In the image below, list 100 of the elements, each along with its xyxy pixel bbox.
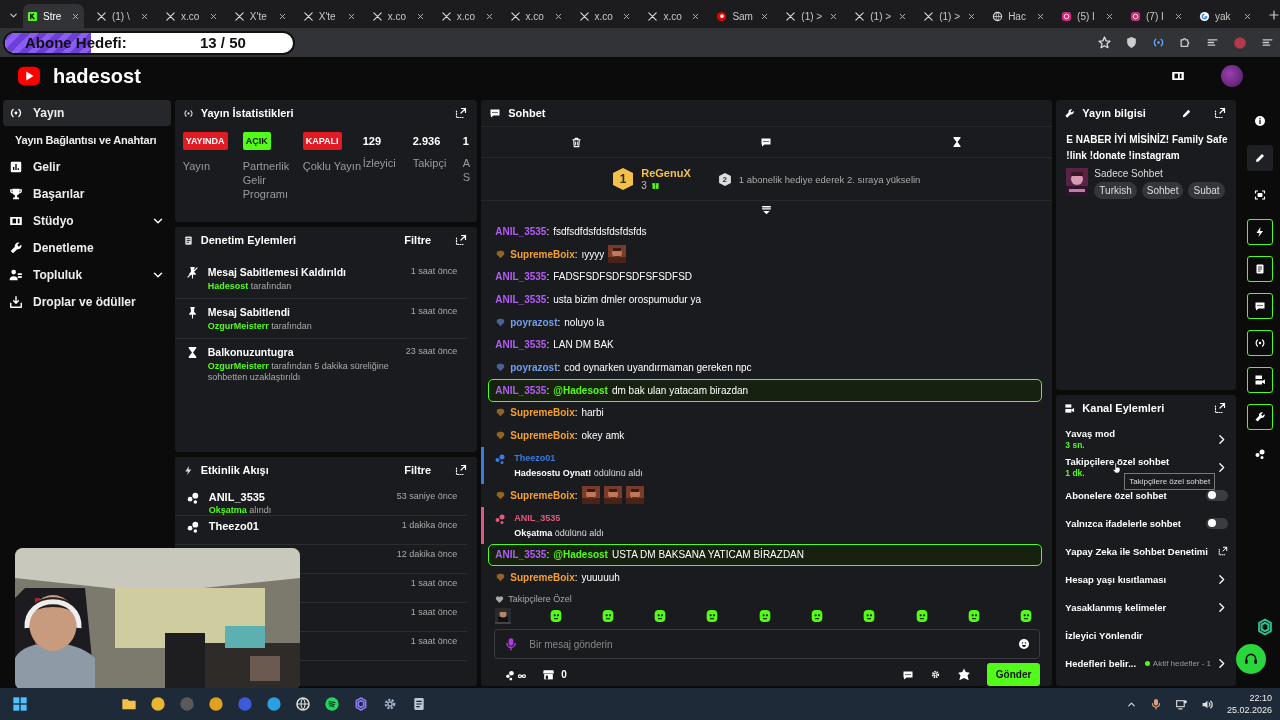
stat-value: 1	[462, 135, 470, 147]
message-text: cod oynarken uyandırmaman gereken npc	[564, 361, 752, 373]
settings-row[interactable]: Yapay Zeka ile Sohbet Denetimi	[1065, 537, 1229, 565]
browser-tab[interactable]: x.co	[643, 4, 705, 28]
row-label: Yavaş mod	[1065, 428, 1116, 439]
browser-tab[interactable]: (1) >	[919, 4, 981, 28]
browser-tab[interactable]: Stre	[23, 4, 84, 28]
chat-username[interactable]: SupremeBoix	[510, 489, 575, 501]
category-name[interactable]: Sadece Sohbet	[1094, 168, 1225, 179]
action-time: 1 saat önce	[410, 266, 458, 278]
sidebar-item[interactable]: Stüdyo	[3, 208, 171, 234]
tag-chip[interactable]: Subat	[1188, 182, 1225, 199]
separator: :	[557, 316, 561, 328]
sidebar-subitem[interactable]: Yayın Bağlantısı ve Anahtarı	[3, 127, 171, 153]
sidebar-item[interactable]: Denetleme	[3, 235, 171, 261]
browser-tab[interactable]: (1) >	[850, 4, 912, 28]
leaderboard-hint: 1 abonelik hediye ederek 2. sıraya yükselin	[738, 173, 921, 185]
browser-tab[interactable]: X'te	[229, 4, 291, 28]
browser-tab[interactable]: x.co	[367, 4, 429, 28]
panel-title: Sohbet	[508, 107, 547, 119]
message-text: noluyo la	[564, 316, 605, 328]
row-label: Takipçilere özel sohbet	[1065, 456, 1171, 467]
action-title: Balkonuzuntugra	[207, 346, 295, 358]
separator: :	[557, 361, 561, 373]
goal-count: 13 / 50	[200, 34, 246, 51]
status-badge: YAYINDA	[182, 132, 228, 150]
mention[interactable]: @Hadesost	[553, 384, 608, 396]
settings-row[interactable]: Yavaş mod 3 sn.	[1065, 425, 1229, 453]
browser-tab[interactable]: x.co	[436, 4, 498, 28]
sidebar-item[interactable]: Gelir	[3, 154, 171, 180]
activity-time: 1 saat önce	[410, 578, 458, 590]
row-label: Yasaklanmış kelimeler	[1065, 601, 1168, 613]
browser-tab[interactable]: x.co	[505, 4, 567, 28]
chat-username[interactable]: SupremeBoix	[510, 572, 575, 584]
settings-row[interactable]: Hesap yaşı kısıtlaması	[1065, 565, 1229, 593]
browser-tab[interactable]: X'te	[298, 4, 360, 28]
browser-tab[interactable]: Hac	[988, 4, 1050, 28]
chat-username[interactable]: SupremeBoix	[510, 430, 575, 442]
tag-chip[interactable]: Sohbet	[1141, 182, 1184, 199]
message-text: yuuuuuh	[581, 572, 620, 584]
browser-tab[interactable]: (1) >	[781, 4, 843, 28]
chat-username[interactable]: SupremeBoix	[510, 407, 575, 419]
settings-row[interactable]: Hedefleri belir... Aktif hedefler - 1	[1065, 649, 1229, 677]
activity-time: 1 saat önce	[410, 636, 458, 648]
gifter-name: ReGenuX	[641, 167, 691, 179]
chat-username[interactable]: SupremeBoix	[510, 248, 575, 260]
browser-tab[interactable]: (5) I	[1057, 4, 1118, 28]
sidebar-item[interactable]: Başarılar	[3, 181, 171, 207]
mention[interactable]: @Hadesost	[553, 549, 608, 561]
settings-row[interactable]: Yasaklanmış kelimeler	[1065, 593, 1229, 621]
activity-time: 53 saniye önce	[396, 491, 458, 503]
browser-tab[interactable]: Sam	[712, 4, 774, 28]
row-label: İzleyici Yönlendir	[1065, 629, 1144, 641]
emote-set-label: Takipçilere Özel	[508, 594, 572, 604]
clock-time[interactable]: 22:10	[1249, 693, 1272, 703]
settings-row[interactable]: İzleyici Yönlendir	[1065, 621, 1229, 649]
panel-title: Yayın İstatistikleri	[200, 107, 295, 119]
browser-tab[interactable]: yak	[1194, 4, 1256, 28]
filter-button[interactable]: Filtre	[404, 234, 432, 246]
chat-username[interactable]: Theezo01	[514, 452, 643, 463]
action-detail: OzgurMeisterr tarafından 5 dakika süreliğine sohbetten uzaklaştırıldı	[207, 361, 390, 383]
row-label: Yapay Zeka ile Sohbet Denetimi	[1065, 545, 1209, 557]
panel-title: Kanal Eylemleri	[1082, 402, 1166, 414]
send-button[interactable]: Gönder	[986, 663, 1041, 686]
separator: :	[574, 572, 578, 584]
browser-tab[interactable]: (7) I	[1126, 4, 1187, 28]
clock-date[interactable]: 25.02.2026	[1226, 705, 1272, 715]
action-time: 23 saat önce	[405, 346, 458, 358]
panel-title: Etkinlik Akışı	[200, 464, 270, 476]
message-text: okey amk	[581, 430, 625, 442]
message-text: dm bak ulan yatacam birazdan	[611, 384, 749, 396]
message-text: fsdfsdfdsfdsfdsfdsfds	[553, 225, 647, 237]
sidebar-item[interactable]: Droplar ve ödüller	[3, 289, 171, 315]
activity-user: ANIL_3535	[208, 491, 266, 503]
separator: :	[546, 384, 550, 396]
separator: :	[546, 339, 550, 351]
stat-label: Takipçi	[412, 156, 448, 170]
message-input[interactable]: Bir mesaj gönderin	[494, 629, 1041, 659]
browser-tab[interactable]: (1) \	[91, 4, 153, 28]
reward-text: Okşatma ödülünü aldı	[514, 527, 604, 538]
stream-title: E NABER İYİ MİSİNİZ! Family Safe !link !donate !instagram	[1065, 132, 1229, 163]
message-text: USTA DM BAKSANA YATICAM BİRAZDAN	[611, 549, 804, 561]
row-value: 3 sn.	[1065, 440, 1086, 450]
filter-button[interactable]: Filtre	[404, 464, 432, 476]
row-label: Abonelere özel sohbet	[1065, 489, 1168, 501]
separator: :	[546, 549, 550, 561]
tag-chip[interactable]: Turkish	[1094, 182, 1137, 199]
separator: :	[574, 430, 578, 442]
sidebar-item[interactable]: Topluluk	[3, 262, 171, 288]
rank-badge: 1	[613, 168, 634, 190]
status-badge: KAPALI	[302, 132, 342, 150]
browser-tab[interactable]: x.co	[160, 4, 222, 28]
channel-name: hadesost	[53, 64, 141, 88]
chat-username[interactable]: ANIL_3535	[514, 512, 604, 523]
sidebar-item[interactable]: Yayın	[3, 100, 171, 126]
message-text: ıyyyy	[581, 248, 605, 260]
stat-label: İzleyici	[362, 156, 397, 170]
action-detail: OzgurMeisterr tarafından	[207, 321, 313, 332]
row-label: Yalnızca ifadelerle sohbet	[1065, 517, 1182, 529]
browser-tab[interactable]: x.co	[574, 4, 636, 28]
